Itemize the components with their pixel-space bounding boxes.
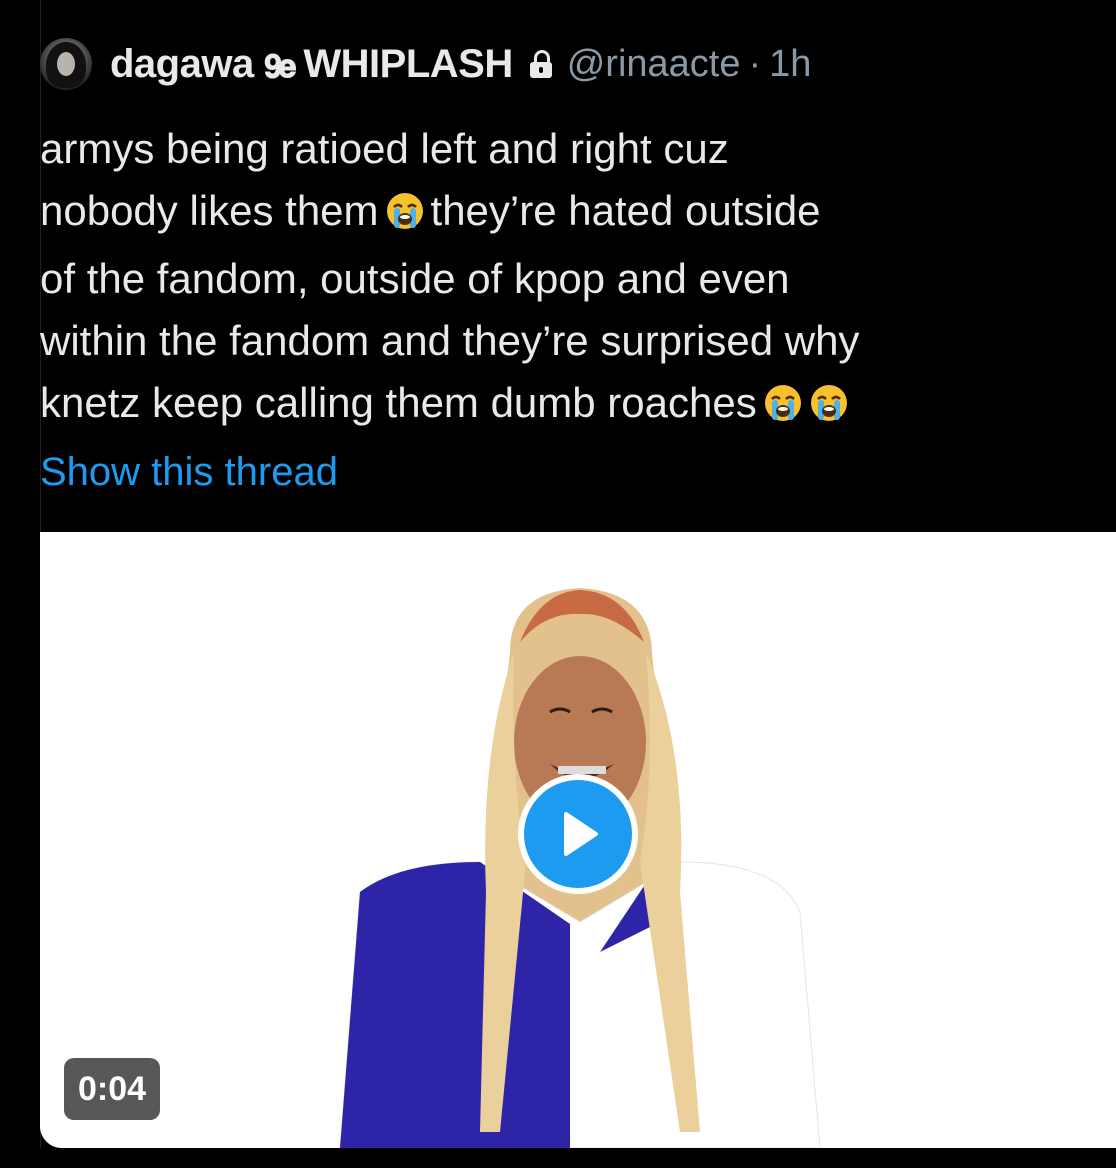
play-icon: [564, 812, 598, 856]
tweet-text-line-1: armys being ratioed left and right cuz: [40, 125, 729, 172]
avatar[interactable]: [40, 38, 92, 90]
video-duration-badge: 0:04: [64, 1058, 161, 1120]
tweet-text-line-5: knetz keep calling them dumb roaches: [40, 379, 757, 426]
tweet-header: dagawa 𝟗𝐞 WHIPLASH @rinaacte · 1h: [40, 38, 811, 90]
display-name[interactable]: dagawa 𝟗𝐞 WHIPLASH: [110, 42, 513, 87]
timestamp[interactable]: 1h: [769, 43, 811, 86]
play-button[interactable]: [518, 774, 638, 894]
heart-emoji-icon: 𝟗𝐞: [264, 47, 297, 84]
user-handle[interactable]: @rinaacte: [567, 43, 741, 86]
tweet-text-line-2: nobody likes them: [40, 187, 379, 234]
tweet-text-line-2b: they’re hated outside: [430, 187, 821, 234]
loudly-crying-face-icon: [763, 378, 803, 440]
loudly-crying-face-icon: [385, 186, 425, 248]
lock-icon: [529, 50, 553, 78]
tweet-text-line-4: within the fandom and they’re surprised …: [40, 317, 860, 364]
video-player[interactable]: 0:04: [40, 532, 1116, 1148]
tweet-text: armys being ratioed left and right cuz n…: [40, 118, 1060, 440]
loudly-crying-face-icon: [809, 378, 849, 440]
show-thread-link[interactable]: Show this thread: [40, 450, 338, 495]
tweet-text-line-3: of the fandom, outside of kpop and even: [40, 255, 790, 302]
separator: ·: [748, 42, 762, 85]
